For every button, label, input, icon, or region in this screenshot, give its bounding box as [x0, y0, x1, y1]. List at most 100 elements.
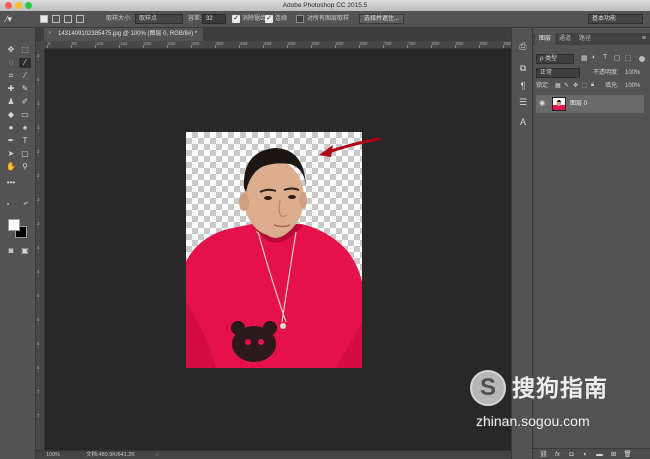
eyedropper-tool-icon[interactable]: ⁄ — [19, 71, 31, 81]
edit-toolbar-icon[interactable]: ••• — [5, 178, 17, 188]
add-mask-icon[interactable]: ◘ — [567, 450, 576, 459]
layer-name[interactable]: 图层 0 — [570, 95, 587, 113]
lock-artboard-icon[interactable]: ⬚ — [582, 82, 588, 89]
ruler-tick-mark — [47, 45, 48, 48]
workspace-switcher[interactable]: 基本功能 — [588, 14, 643, 24]
document-info[interactable]: 文档:480.9K/641.2K — [86, 451, 135, 459]
filter-pixel-icon[interactable]: ▦ — [581, 54, 588, 62]
foreground-color-swatch[interactable] — [8, 219, 20, 231]
select-and-mask-button[interactable]: 选择并遮住... — [359, 14, 405, 24]
filter-shape-icon[interactable]: ▢ — [614, 54, 621, 62]
ruler-tick-mark — [455, 45, 456, 48]
dodge-tool-icon[interactable]: ♠ — [19, 123, 31, 133]
filter-adjustment-icon[interactable]: ◐ — [592, 54, 596, 61]
layer-visibility-eye-icon[interactable]: ◉ — [539, 95, 545, 113]
brush-tool-icon[interactable]: ✎ — [19, 84, 31, 94]
blur-tool-icon[interactable]: ● — [5, 123, 17, 133]
sample-size-select[interactable]: 取样点 — [135, 14, 183, 24]
quick-mask-mode-icon[interactable]: ◙ — [5, 246, 17, 256]
new-selection-icon[interactable] — [40, 15, 48, 23]
intersect-selection-icon[interactable] — [76, 15, 84, 23]
lock-transparent-icon[interactable]: ▦ — [555, 82, 561, 89]
lasso-tool-icon[interactable]: ◌ — [5, 58, 17, 68]
swap-colors-icon[interactable]: ↶ — [20, 200, 32, 210]
character-panel-icon[interactable]: A — [517, 116, 529, 128]
rectangle-tool-icon[interactable]: ▢ — [19, 149, 31, 159]
crop-tool-icon[interactable]: ⌗ — [5, 71, 17, 81]
filter-kind-select[interactable]: ρ 类型 — [536, 54, 574, 64]
zoom-level[interactable]: 100% — [46, 451, 60, 459]
filter-type-icon[interactable]: T — [603, 54, 607, 61]
anti-alias-label: 消除锯齿 — [242, 16, 267, 22]
tolerance-input[interactable]: 32 — [202, 14, 226, 24]
layer-style-fx-icon[interactable]: fx — [553, 450, 562, 459]
status-bar: 100% 文档:480.9K/641.2K › — [36, 450, 511, 459]
tab-paths[interactable]: 路径 — [575, 33, 595, 45]
watermark-name: 搜狗指南 — [512, 375, 608, 401]
sample-all-layers-checkbox[interactable] — [296, 15, 304, 23]
default-colors-icon[interactable]: ▪ — [2, 200, 14, 210]
adjustments-panel-icon[interactable]: ☰ — [517, 96, 529, 108]
ruler-tick-label: 7 — [37, 389, 40, 394]
move-tool-icon[interactable]: ✥ — [5, 45, 17, 55]
filter-toggle-icon[interactable] — [639, 56, 645, 62]
ruler-tick-label: 1 — [37, 125, 40, 130]
filter-smart-object-icon[interactable]: ⬚ — [625, 54, 632, 62]
blend-mode-select[interactable]: 正常 — [536, 68, 580, 78]
pen-tool-icon[interactable]: ✒ — [5, 136, 17, 146]
properties-panel-icon[interactable]: ⧉ — [517, 62, 529, 74]
ruler-tick-label: 0 — [37, 53, 40, 58]
eraser-tool-icon[interactable]: ◆ — [5, 110, 17, 120]
paragraph-panel-icon[interactable]: ¶ — [517, 80, 529, 92]
ruler-tick-mark — [407, 45, 408, 48]
close-window-button[interactable] — [5, 2, 12, 9]
subtract-from-selection-icon[interactable] — [64, 15, 72, 23]
minimize-window-button[interactable] — [15, 2, 22, 9]
new-adjustment-layer-icon[interactable]: ◐ — [581, 450, 590, 459]
zoom-tool-icon[interactable]: ⚲ — [19, 162, 31, 172]
status-menu-icon[interactable]: › — [156, 451, 158, 459]
tab-layers[interactable]: 图层 — [535, 33, 556, 45]
lock-all-icon[interactable]: 🔒︎ — [591, 82, 594, 89]
contiguous-checkbox[interactable]: ✓ — [265, 15, 273, 23]
zoom-window-button[interactable] — [25, 2, 32, 9]
opacity-value[interactable]: 100% — [625, 68, 640, 78]
link-layers-icon[interactable]: ⛓ — [539, 450, 548, 459]
ruler-tick-label: 3 — [37, 197, 40, 202]
fill-value[interactable]: 100% — [625, 81, 640, 91]
magic-wand-tool-icon[interactable]: ⁄ — [19, 58, 31, 68]
new-layer-icon[interactable]: ⊞ — [609, 450, 618, 459]
lock-position-icon[interactable]: ✥ — [573, 82, 578, 89]
close-document-icon[interactable]: × — [48, 28, 52, 41]
history-panel-icon[interactable]: ⎙ — [517, 40, 529, 52]
delete-layer-icon[interactable]: 🗑︎ — [623, 450, 632, 459]
ruler-tick-label: 250 — [168, 41, 176, 46]
ruler-tick-label: 3 — [37, 221, 40, 226]
document-tab[interactable]: × 1431409102385475.jpg @ 100% (图层 0, RGB… — [44, 28, 204, 41]
document-canvas[interactable] — [186, 132, 362, 368]
tab-channels[interactable]: 通道 — [555, 33, 575, 45]
healing-brush-tool-icon[interactable]: ✚ — [5, 84, 17, 94]
canvas-area[interactable] — [45, 49, 511, 450]
panel-menu-icon[interactable]: ≡ — [642, 33, 646, 45]
history-brush-tool-icon[interactable]: ✐ — [19, 97, 31, 107]
screen-mode-icon[interactable]: ▣ — [19, 246, 31, 256]
anti-alias-checkbox[interactable]: ✓ — [232, 15, 240, 23]
layer-row[interactable]: ◉ 图层 0 — [536, 95, 644, 113]
ruler-origin[interactable] — [36, 41, 45, 49]
ruler-tick-label: 300 — [192, 41, 200, 46]
clone-stamp-tool-icon[interactable]: ♟ — [5, 97, 17, 107]
ruler-tick-mark — [383, 45, 384, 48]
marquee-tool-icon[interactable]: ⬚ — [19, 45, 31, 55]
type-tool-icon[interactable]: T — [19, 136, 31, 146]
watermark: S 搜狗指南 zhinan.sogou.com — [470, 368, 640, 438]
path-selection-tool-icon[interactable]: ➤ — [5, 149, 17, 159]
horizontal-ruler[interactable]: 0 50 100 150 200 250 300 350 400 450 500 550 600 650 7… — [45, 41, 511, 49]
new-group-icon[interactable]: ▬ — [595, 450, 604, 459]
lock-image-icon[interactable]: ✎ — [564, 82, 569, 89]
hand-tool-icon[interactable]: ✋ — [5, 162, 17, 172]
add-to-selection-icon[interactable] — [52, 15, 60, 23]
tool-preset-picker[interactable]: ⁄▾ — [6, 14, 24, 25]
gradient-tool-icon[interactable]: ▭ — [19, 110, 31, 120]
vertical-ruler[interactable]: 0 5 1 1 2 2 3 3 4 4 5 5 6 6 7 7 — [36, 49, 45, 450]
